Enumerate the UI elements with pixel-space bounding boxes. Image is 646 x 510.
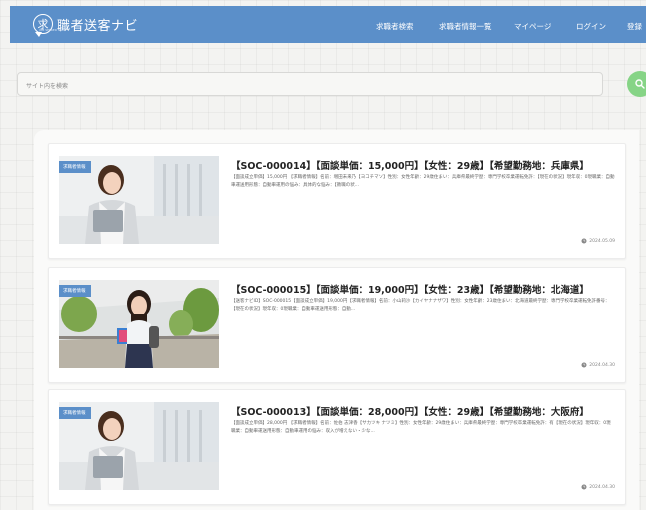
post-date: 2024.04.30 bbox=[581, 484, 615, 490]
post-date-text: 2024.04.30 bbox=[589, 362, 615, 368]
clock-icon bbox=[581, 238, 587, 244]
search-input[interactable] bbox=[18, 75, 602, 98]
post-date: 2024.05.09 bbox=[581, 238, 615, 244]
clock-icon bbox=[581, 362, 587, 368]
post-card[interactable]: 求職者情報 【SOC-000014】【面談単価：15,000円】【女性：29歳】… bbox=[48, 143, 626, 259]
post-category-badge: 求職者情報 bbox=[59, 407, 91, 419]
site-search bbox=[17, 72, 603, 98]
post-excerpt: 【面談成立単価】15,000円 【求職者情報】名前：増田未来乃【ヨコチマソ】性別… bbox=[231, 175, 615, 188]
nav-login[interactable]: ログイン bbox=[576, 21, 606, 32]
post-title[interactable]: 【SOC-000014】【面談単価：15,000円】【女性：29歳】【希望勤務地… bbox=[231, 158, 589, 172]
logo-subtitle: JOB SEEKER NAVI bbox=[39, 28, 65, 32]
nav-seeker-list[interactable]: 求職者情報一覧 bbox=[439, 21, 492, 32]
site-header: 求 職者送客ナビ JOB SEEKER NAVI 求職者検索 求職者情報一覧 マ… bbox=[10, 6, 646, 43]
nav-seeker-search[interactable]: 求職者検索 bbox=[376, 21, 414, 32]
clock-icon bbox=[581, 484, 587, 490]
post-thumbnail[interactable]: 求職者情報 bbox=[59, 402, 219, 490]
post-thumbnail[interactable]: 求職者情報 bbox=[59, 280, 219, 368]
post-card[interactable]: 求職者情報 【SOC-000015】【面談単価：19,000円】【女性：23歳】… bbox=[48, 267, 626, 383]
post-title[interactable]: 【SOC-000015】【面談単価：19,000円】【女性：23歳】【希望勤務地… bbox=[231, 282, 589, 296]
post-date-text: 2024.05.09 bbox=[589, 238, 615, 244]
post-date: 2024.04.30 bbox=[581, 362, 615, 368]
site-logo[interactable]: 求 職者送客ナビ bbox=[33, 12, 139, 37]
search-button[interactable] bbox=[627, 71, 646, 97]
post-category-badge: 求職者情報 bbox=[59, 161, 91, 173]
post-excerpt: 【送客ナビID】SOC-000015【面談成立単価】19,000円【求職者情報】… bbox=[231, 299, 610, 312]
post-date-text: 2024.04.30 bbox=[589, 484, 615, 490]
post-excerpt: 【面談成立単価】28,000円 【求職者情報】名前：佐伯 志津香【サカツキ ナツ… bbox=[231, 421, 611, 434]
nav-register[interactable]: 登録 bbox=[627, 21, 642, 32]
post-category-badge: 求職者情報 bbox=[59, 285, 91, 297]
search-icon bbox=[635, 79, 645, 89]
post-title[interactable]: 【SOC-000013】【面談単価：28,000円】【女性：29歳】【希望勤務地… bbox=[231, 404, 589, 418]
post-thumbnail[interactable]: 求職者情報 bbox=[59, 156, 219, 244]
logo-text: 職者送客ナビ bbox=[57, 18, 139, 34]
nav-mypage[interactable]: マイページ bbox=[514, 21, 551, 32]
post-card[interactable]: 求職者情報 【SOC-000013】【面談単価：28,000円】【女性：29歳】… bbox=[48, 389, 626, 505]
